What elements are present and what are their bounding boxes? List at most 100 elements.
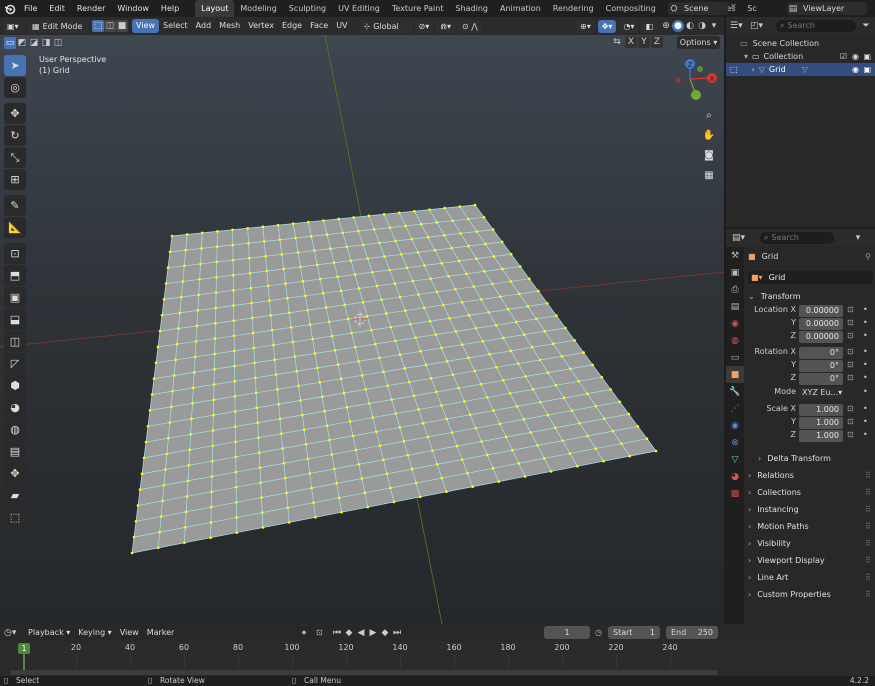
grid-vertex[interactable] [445, 417, 448, 421]
modifier-tab-icon[interactable]: 🔧 [726, 383, 744, 400]
grid-vertex[interactable] [508, 392, 512, 395]
grid-vertex[interactable] [435, 463, 439, 466]
grid-vertex[interactable] [424, 363, 428, 367]
drag-grip-icon[interactable]: ⠿ [865, 535, 871, 552]
grid-vertex[interactable] [445, 360, 449, 363]
grid-vertex[interactable] [333, 467, 336, 471]
add-cube-tool[interactable]: ⊡ [4, 243, 26, 264]
grid-vertex[interactable] [460, 458, 464, 461]
panel-visibility[interactable]: › Visibility ⠿ [748, 535, 873, 552]
material-tab-icon[interactable]: ◕ [726, 468, 744, 485]
grid-vertex[interactable] [435, 390, 438, 394]
grid-vertex[interactable] [434, 333, 438, 336]
grid-vertex[interactable] [354, 448, 358, 452]
grid-vertex[interactable] [197, 293, 201, 297]
grid-vertex[interactable] [330, 453, 334, 456]
grid-vertex[interactable] [144, 440, 148, 444]
outliner-row-collection[interactable]: ▾ ▭ Collection ☑ ◉ ▣ [726, 50, 875, 63]
grid-vertex[interactable] [231, 273, 235, 277]
grid-vertex[interactable] [341, 231, 345, 235]
grid-vertex[interactable] [504, 435, 508, 439]
grid-vertex[interactable] [435, 290, 439, 294]
grid-vertex[interactable] [560, 354, 564, 358]
grid-vertex[interactable] [428, 319, 432, 323]
grid-vertex[interactable] [497, 480, 501, 483]
grid-vertex[interactable] [445, 490, 448, 494]
grid-vertex[interactable] [181, 280, 185, 283]
grid-vertex[interactable] [535, 317, 538, 321]
grid-vertex[interactable] [175, 342, 179, 346]
grid-vertex[interactable] [410, 237, 414, 241]
tab-modeling[interactable]: Modeling [234, 0, 282, 17]
grid-vertex[interactable] [524, 375, 527, 378]
grid-vertex[interactable] [140, 472, 144, 476]
grid-vertex[interactable] [562, 396, 566, 400]
grid-vertex[interactable] [213, 367, 216, 371]
render-tab-icon[interactable]: ▣ [726, 264, 744, 281]
grid-vertex[interactable] [212, 398, 215, 402]
grid-vertex[interactable] [337, 217, 340, 221]
lock-icon[interactable]: ⊡ [847, 331, 854, 340]
grid-vertex[interactable] [357, 463, 361, 466]
tab-texture-paint[interactable]: Texture Paint [386, 0, 450, 17]
grid-vertex[interactable] [543, 457, 546, 460]
grid-vertex[interactable] [332, 261, 336, 265]
grid-vertex[interactable] [297, 384, 300, 388]
grid-vertex[interactable] [265, 269, 269, 273]
grid-vertex[interactable] [283, 476, 287, 480]
grid-vertex[interactable] [187, 464, 191, 467]
lock-icon[interactable]: ⊡ [847, 360, 854, 369]
inset-tool[interactable]: ▣ [4, 287, 26, 308]
grid-vertex[interactable] [479, 382, 483, 386]
material-shading-icon[interactable]: ◐ [684, 20, 696, 32]
grid-vertex[interactable] [212, 383, 216, 386]
grid-vertex[interactable] [270, 328, 274, 332]
grid-vertex[interactable] [210, 490, 213, 494]
grid-vertex[interactable] [474, 426, 478, 430]
grid-vertex[interactable] [234, 440, 237, 444]
proportional-toggle[interactable]: ⊙ ⋀ [457, 19, 482, 33]
grid-vertex[interactable] [301, 280, 305, 283]
grid-vertex[interactable] [146, 424, 150, 428]
grid-vertex[interactable] [467, 313, 471, 317]
mirror-x[interactable]: X [625, 36, 637, 48]
grid-vertex[interactable] [398, 353, 402, 356]
keyframe-dot-icon[interactable]: • [863, 318, 868, 327]
grid-vertex[interactable] [481, 340, 485, 343]
grid-vertex[interactable] [158, 329, 162, 333]
grid-vertex[interactable] [254, 391, 258, 395]
properties-search[interactable]: ⌕ Search [760, 231, 834, 244]
jump-end-icon[interactable]: ⏭ [391, 627, 403, 639]
grid-vertex[interactable] [172, 374, 176, 377]
grid-vertex[interactable] [255, 406, 259, 410]
grid-vertex[interactable] [440, 476, 444, 480]
grid-vertex[interactable] [561, 439, 564, 442]
lock-icon[interactable]: ⊡ [847, 305, 854, 314]
vertex-select-icon[interactable]: ⬚ [92, 20, 104, 32]
grid-vertex[interactable] [258, 466, 262, 469]
grid-vertex[interactable] [419, 349, 423, 353]
grid-vertex[interactable] [594, 447, 597, 450]
grid-vertex[interactable] [291, 222, 295, 225]
menu-select[interactable]: Select [159, 17, 192, 35]
grid-vertex[interactable] [280, 253, 284, 256]
grid-vertex[interactable] [162, 483, 166, 487]
lock-icon[interactable]: ⊡ [847, 417, 854, 426]
drag-grip-icon[interactable]: ⠿ [865, 518, 871, 535]
outliner-row-scene-collection[interactable]: ▭ Scene Collection [726, 37, 875, 50]
grid-vertex[interactable] [276, 223, 280, 227]
world-tab-icon[interactable]: ◍ [726, 332, 744, 349]
grid-vertex[interactable] [184, 248, 188, 252]
grid-vertex[interactable] [314, 516, 317, 519]
tab-layout[interactable]: Layout [195, 0, 235, 17]
grid-vertex[interactable] [361, 301, 365, 304]
grid-vertex[interactable] [320, 395, 324, 399]
texture-tab-icon[interactable]: ▩ [726, 485, 744, 502]
grid-vertex[interactable] [282, 267, 285, 271]
grid-vertex[interactable] [306, 308, 310, 312]
tab-sc[interactable]: Sc [741, 0, 762, 17]
grid-vertex[interactable] [339, 377, 343, 381]
grid-vertex[interactable] [162, 298, 166, 301]
grid-vertex[interactable] [645, 437, 649, 441]
solid-shading-icon[interactable]: ● [672, 20, 684, 32]
